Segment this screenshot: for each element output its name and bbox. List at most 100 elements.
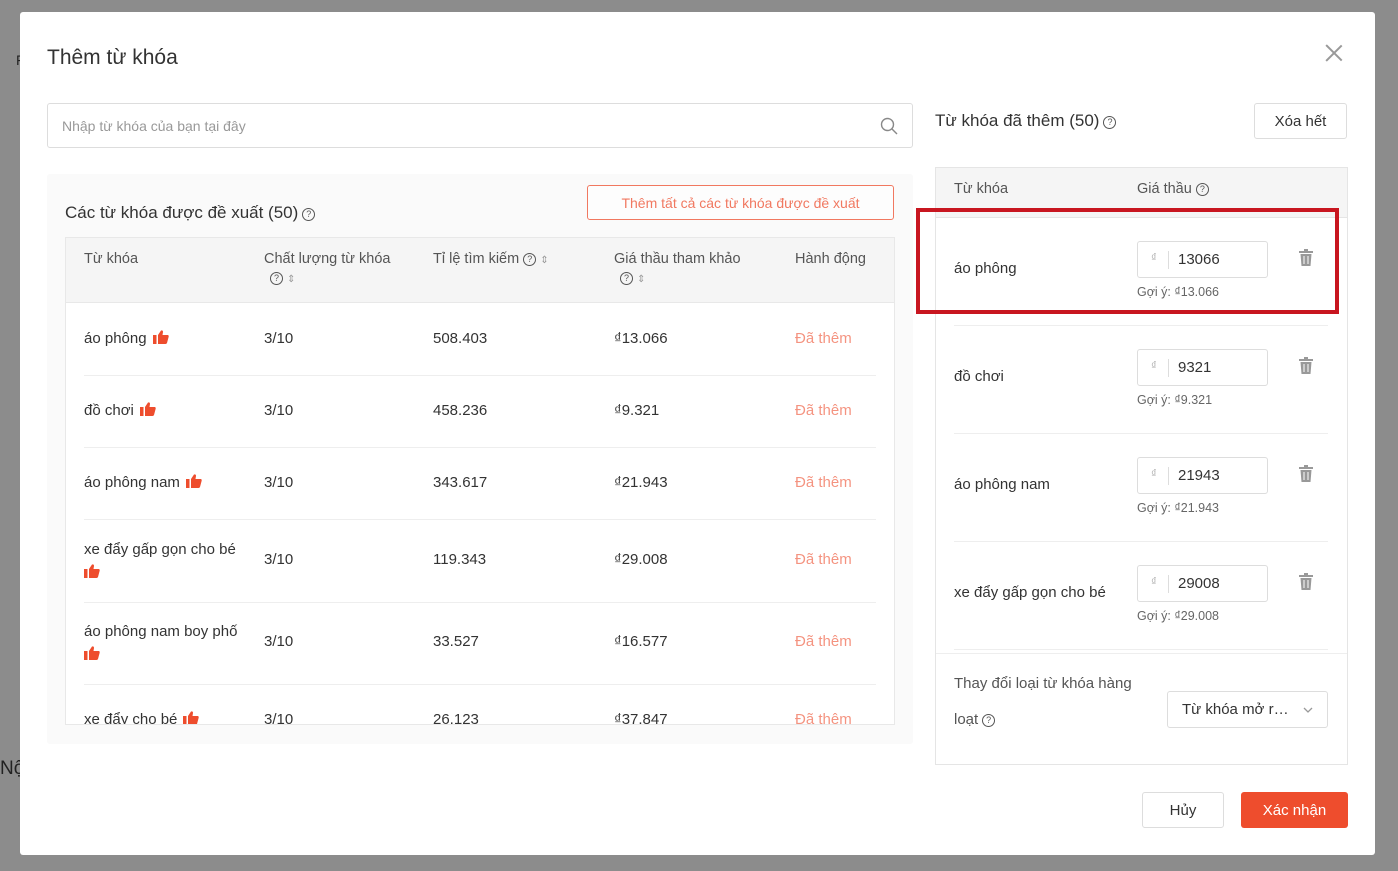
- bid-input[interactable]: [1178, 242, 1263, 277]
- bid-input[interactable]: [1178, 458, 1263, 493]
- suggested-title-text: Các từ khóa được đề xuất (50): [65, 203, 299, 222]
- bid-input[interactable]: [1178, 566, 1263, 601]
- added-status-link[interactable]: Đã thêm: [795, 632, 852, 652]
- thumbs-up-icon: [84, 564, 100, 578]
- column-header-search-rate-label: Tỉ lệ tìm kiếm: [433, 251, 520, 267]
- help-icon[interactable]: ?: [982, 714, 996, 727]
- suggested-table: Từ khóa Chất lượng từ khóa ? ⇕ Tỉ lệ tìm …: [65, 237, 895, 725]
- search-icon[interactable]: [880, 117, 898, 135]
- help-icon[interactable]: ?: [302, 208, 316, 221]
- add-all-suggested-button[interactable]: Thêm tất cả các từ khóa được đề xuất: [587, 185, 894, 220]
- currency-symbol: ₫: [1151, 576, 1157, 588]
- added-keyword-row: áo phông ₫ Gợi ý: ₫13.066: [954, 218, 1328, 326]
- suggested-keywords-panel: Các từ khóa được đề xuất (50)? Thêm tất …: [47, 174, 913, 744]
- keyword-cell: áo phông: [84, 329, 169, 349]
- help-icon[interactable]: ?: [523, 253, 537, 266]
- divider: [1168, 575, 1169, 593]
- divider: [1168, 467, 1169, 485]
- ref-bid-cell: ₫37.847: [614, 711, 668, 725]
- bid-suggestion: Gợi ý: ₫9.321: [1137, 393, 1213, 407]
- keyword-cell: xe đẩy gấp gọn cho bé: [84, 540, 254, 583]
- help-icon[interactable]: ?: [270, 272, 283, 285]
- currency-symbol: ₫: [1151, 252, 1157, 264]
- quality-cell: 3/10: [264, 633, 294, 650]
- sort-icon[interactable]: ⇕: [287, 274, 295, 285]
- keyword-type-select[interactable]: Từ khóa mở rộng: [1167, 691, 1328, 728]
- divider: [1168, 251, 1169, 269]
- bid-suggestion: Gợi ý: ₫13.066: [1137, 285, 1220, 299]
- keyword-cell: áo phông nam boy phố: [84, 622, 254, 665]
- column-header-quality-label: Chất lượng từ khóa: [264, 251, 391, 267]
- search-rate-cell: 119.343: [433, 551, 487, 568]
- bulk-change-label-line1: Thay đổi loại từ khóa hàng: [954, 675, 1132, 692]
- ref-bid-cell: ₫16.577: [614, 633, 668, 650]
- keyword-text: xe đẩy cho bé: [84, 711, 178, 725]
- column-header-quality[interactable]: Chất lượng từ khóa ? ⇕: [264, 250, 414, 289]
- keyword-cell: áo phông nam: [84, 473, 202, 493]
- bid-input[interactable]: [1178, 350, 1263, 385]
- thumbs-up-icon: [183, 711, 200, 724]
- chevron-down-icon: [1303, 707, 1313, 713]
- bulk-change-label-line2: loạt: [954, 711, 979, 728]
- keyword-type-value: Từ khóa mở rộng: [1182, 701, 1292, 718]
- added-keyword-row: đồ chơi ₫ Gợi ý: ₫9.321: [954, 326, 1328, 434]
- sort-icon[interactable]: ⇕: [637, 274, 645, 285]
- search-rate-cell: 26.123: [433, 711, 479, 725]
- column-header-bid-label: Giá thầu: [1137, 181, 1192, 197]
- trash-icon[interactable]: [1299, 573, 1313, 590]
- bid-field: ₫: [1137, 457, 1268, 494]
- quality-cell: 3/10: [264, 330, 294, 347]
- currency-symbol: ₫: [1151, 360, 1157, 372]
- column-header-keyword: Từ khóa: [84, 251, 139, 267]
- ref-bid-cell: ₫29.008: [614, 551, 668, 568]
- help-icon[interactable]: ?: [1103, 116, 1117, 129]
- trash-icon[interactable]: [1299, 465, 1313, 482]
- keyword-text: đồ chơi: [84, 402, 134, 419]
- table-row: xe đẩy cho bé 3/10 26.123 ₫37.847 Đã thê…: [84, 685, 876, 725]
- added-status-link[interactable]: Đã thêm: [795, 550, 852, 570]
- added-keyword-row: xe đẩy gấp gọn cho bé ₫ Gợi ý: ₫29.008: [954, 542, 1328, 650]
- thumbs-up-icon: [139, 402, 156, 416]
- quality-cell: 3/10: [264, 402, 294, 419]
- added-status-link[interactable]: Đã thêm: [795, 710, 852, 724]
- column-header-keyword: Từ khóa: [954, 181, 1009, 197]
- search-input[interactable]: [48, 104, 848, 147]
- keyword-text: xe đẩy gấp gọn cho bé: [84, 541, 236, 558]
- added-keyword-row: áo phông nam ₫ Gợi ý: ₫21.943: [954, 434, 1328, 542]
- bulk-change-section: Thay đổi loại từ khóa hàng loạt? Từ khóa…: [936, 653, 1347, 728]
- bid-field: ₫: [1137, 349, 1268, 386]
- added-keyword-name: xe đẩy gấp gọn cho bé: [954, 584, 1106, 601]
- bid-field: ₫: [1137, 241, 1268, 278]
- search-rate-cell: 458.236: [433, 402, 488, 419]
- column-header-ref-bid[interactable]: Giá thầu tham khảo ? ⇕: [614, 250, 764, 289]
- bulk-change-label: Thay đổi loại từ khóa hàng loạt?: [954, 666, 1154, 738]
- search-rate-cell: 33.527: [433, 633, 479, 650]
- modal-title: Thêm từ khóa: [47, 46, 178, 69]
- currency-symbol: ₫: [1151, 468, 1157, 480]
- confirm-button[interactable]: Xác nhận: [1241, 792, 1348, 828]
- search-rate-cell: 343.617: [433, 474, 488, 491]
- table-header: Từ khóa Chất lượng từ khóa ? ⇕ Tỉ lệ tìm …: [66, 238, 894, 303]
- search-rate-cell: 508.403: [433, 330, 488, 347]
- search-box: [47, 103, 913, 148]
- keyword-cell: đồ chơi: [84, 401, 156, 421]
- clear-all-button[interactable]: Xóa hết: [1254, 103, 1347, 139]
- added-status-link[interactable]: Đã thêm: [795, 473, 852, 493]
- added-status-link[interactable]: Đã thêm: [795, 329, 852, 349]
- table-row: áo phông nam boy phố 3/10 33.527 ₫16.577…: [84, 603, 876, 685]
- trash-icon[interactable]: [1299, 357, 1313, 374]
- column-header-action: Hành động: [795, 251, 866, 267]
- column-header-search-rate[interactable]: Tỉ lệ tìm kiếm? ⇕: [433, 250, 549, 270]
- thumbs-up-icon: [84, 646, 100, 660]
- keyword-text: áo phông nam: [84, 474, 180, 491]
- added-keyword-name: áo phông: [954, 260, 1017, 277]
- sort-icon[interactable]: ⇕: [540, 255, 548, 266]
- close-icon[interactable]: [1325, 44, 1343, 62]
- help-icon[interactable]: ?: [620, 272, 633, 285]
- trash-icon[interactable]: [1299, 249, 1313, 266]
- cancel-button[interactable]: Hủy: [1142, 792, 1224, 828]
- keyword-cell: xe đẩy cho bé: [84, 710, 200, 725]
- added-keyword-name: áo phông nam: [954, 476, 1050, 493]
- added-status-link[interactable]: Đã thêm: [795, 401, 852, 421]
- help-icon[interactable]: ?: [1195, 183, 1209, 196]
